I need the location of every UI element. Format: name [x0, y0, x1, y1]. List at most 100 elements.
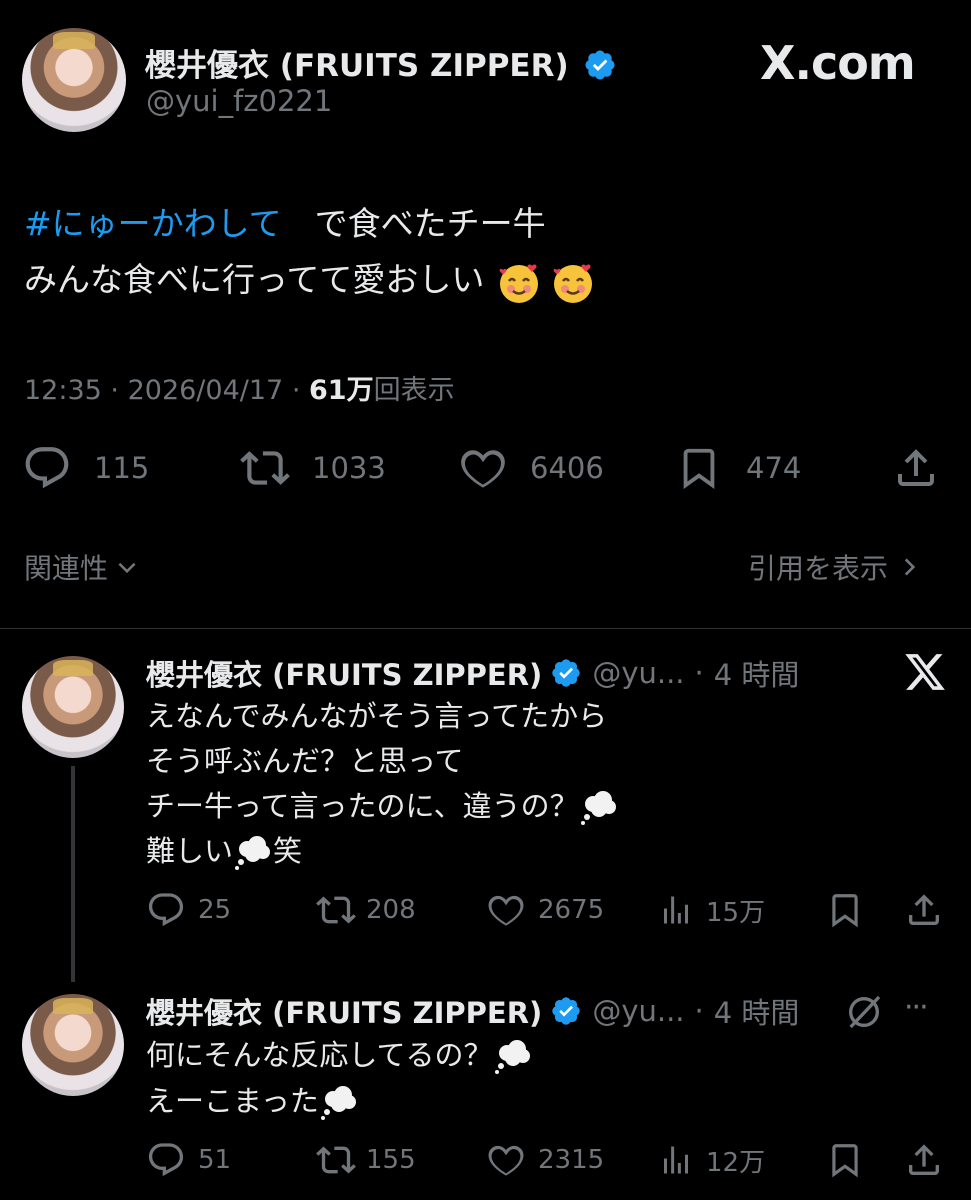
display-name-text: 櫻井優衣 (FRUITS ZIPPER) [145, 48, 569, 84]
repost-count: 1033 [312, 451, 386, 485]
thought-balloon-icon [235, 836, 271, 870]
section-divider [0, 628, 971, 629]
heart-icon [488, 895, 524, 926]
reply-header: 櫻井優衣 (FRUITS ZIPPER) @yu... · 4 時間 [146, 652, 799, 694]
verified-badge-icon [552, 659, 580, 687]
avatar[interactable] [22, 656, 124, 758]
sort-dropdown[interactable]: 関連性 [24, 547, 140, 587]
share-button[interactable] [892, 444, 940, 492]
views-count: 61万 [309, 375, 374, 406]
views-button[interactable]: 15万 [658, 890, 765, 930]
tweet-time[interactable]: 12:35 [24, 375, 102, 406]
avatar[interactable] [22, 28, 126, 132]
smiling-face-with-hearts-icon [499, 264, 538, 303]
thread-line [71, 766, 75, 982]
like-button[interactable]: 2675 [486, 890, 604, 930]
chevron-right-icon [904, 558, 916, 576]
reply-line-with-emoji: えーこまった [146, 1078, 533, 1124]
display-name[interactable]: 櫻井優衣 (FRUITS ZIPPER) [145, 40, 617, 85]
bookmark-button[interactable] [826, 890, 864, 930]
reply-count: 115 [94, 451, 150, 485]
thought-balloon-icon [320, 1086, 356, 1120]
reply-line: 笑 [273, 834, 303, 868]
reply-line: 何にそんな反応してるの？ [146, 1038, 493, 1072]
reply-text: えなんでみんながそう言ってたから そう呼ぶんだ？と思って チー牛って言ったのに、… [146, 694, 619, 874]
meta-separator: · [291, 375, 301, 406]
reply-button[interactable]: 25 [146, 890, 231, 930]
bookmark-icon [832, 1144, 858, 1178]
reply-line: そう呼ぶんだ？と思って [146, 744, 464, 778]
like-count: 2675 [538, 895, 605, 925]
verified-badge-icon [585, 49, 615, 80]
heart-icon [461, 450, 505, 488]
view-quotes-link[interactable]: 引用を表示 [748, 547, 922, 587]
tweet-line-2: みんな食べに行ってて愛おしい [24, 252, 597, 308]
tweet-line-1-text: で食べたチー牛 [281, 204, 546, 243]
reply-line: チー牛って言ったのに、違うの？ [146, 789, 579, 823]
share-icon [909, 894, 939, 925]
like-button[interactable]: 6406 [458, 444, 604, 492]
meta-separator: · [110, 375, 119, 406]
chevron-down-icon [118, 562, 136, 574]
bookmark-icon [832, 894, 858, 928]
handle[interactable]: @yui_fz0221 [146, 84, 332, 118]
repost-count: 208 [366, 895, 416, 925]
display-name[interactable]: 櫻井優衣 (FRUITS ZIPPER) [146, 652, 542, 694]
thought-balloon-icon [580, 791, 616, 825]
handle[interactable]: @yu... [592, 994, 684, 1028]
bookmark-icon [683, 448, 715, 489]
analytics-icon [664, 896, 688, 924]
more-options-icon[interactable]: ··· [904, 990, 929, 1025]
handle[interactable]: @yu... [592, 656, 684, 690]
bookmark-count: 474 [746, 451, 802, 485]
repost-button[interactable]: 155 [314, 1140, 416, 1180]
share-button[interactable] [904, 890, 944, 930]
share-icon [898, 449, 934, 486]
grok-icon[interactable] [844, 992, 884, 1036]
avatar[interactable] [22, 994, 124, 1096]
bookmark-button[interactable]: 474 [676, 444, 801, 492]
meta-separator: · [694, 994, 704, 1028]
reply-time[interactable]: 4 時間 [714, 652, 800, 694]
tweet-line-2-text: みんな食べに行ってて愛おしい [24, 260, 485, 299]
reply-button[interactable]: 51 [146, 1140, 231, 1180]
hashtag-link[interactable]: #にゅーかわして [24, 204, 282, 243]
share-icon [909, 1144, 939, 1175]
repost-icon [316, 1146, 356, 1174]
x-logo-icon [903, 650, 947, 698]
share-button[interactable] [904, 1140, 944, 1180]
meta-separator: · [694, 656, 704, 690]
sort-label: 関連性 [24, 552, 109, 585]
repost-icon [316, 896, 356, 924]
view-quotes-label: 引用を表示 [748, 552, 889, 585]
reply-count: 51 [198, 1145, 232, 1175]
views-button[interactable]: 12万 [658, 1140, 765, 1180]
display-name[interactable]: 櫻井優衣 (FRUITS ZIPPER) [146, 990, 542, 1032]
like-count: 6406 [530, 451, 604, 485]
reply-icon [148, 1143, 184, 1177]
analytics-icon [664, 1146, 688, 1174]
repost-count: 155 [366, 1145, 416, 1175]
reply-line-with-emoji: 何にそんな反応してるの？ [146, 1032, 533, 1078]
reply-line-with-emoji: 難しい 笑 [146, 829, 619, 874]
reply-line-with-emoji: チー牛って言ったのに、違うの？ [146, 784, 619, 829]
site-logo: X.com [760, 36, 916, 90]
bookmark-button[interactable] [826, 1140, 864, 1180]
reply-line: えーこまった [146, 1084, 319, 1118]
views-label: 回表示 [373, 375, 455, 406]
reply-line: 難しい [146, 834, 234, 868]
like-count: 2315 [538, 1145, 605, 1175]
like-button[interactable]: 2315 [486, 1140, 604, 1180]
reply-header: 櫻井優衣 (FRUITS ZIPPER) @yu... · 4 時間 [146, 990, 799, 1032]
repost-button[interactable]: 1033 [238, 444, 386, 492]
tweet-line-1: #にゅーかわして で食べたチー牛 [24, 196, 597, 252]
tweet-text: #にゅーかわして で食べたチー牛 みんな食べに行ってて愛おしい [24, 196, 597, 308]
reply-time[interactable]: 4 時間 [714, 990, 800, 1032]
tweet-date[interactable]: 2026/04/17 [128, 375, 284, 406]
reply-icon [25, 447, 69, 489]
reply-count: 25 [198, 895, 232, 925]
views-count: 12万 [706, 1147, 766, 1178]
reply-button[interactable]: 115 [22, 444, 149, 492]
verified-badge-icon [552, 997, 580, 1025]
repost-button[interactable]: 208 [314, 890, 416, 930]
